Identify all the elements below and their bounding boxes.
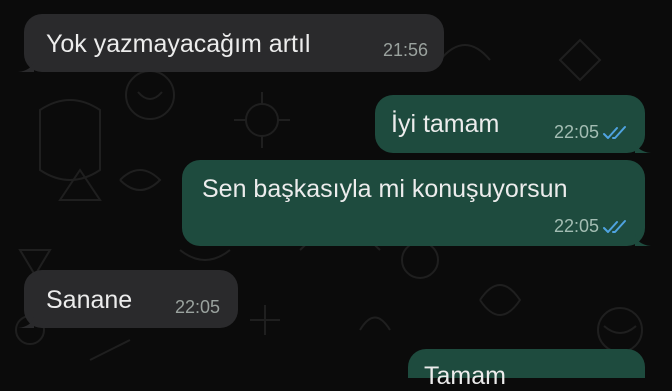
bubble-tail xyxy=(18,314,34,328)
message-meta: 22:05 xyxy=(554,216,629,237)
message-bubble-outgoing[interactable]: İyi tamam 22:05 xyxy=(375,95,651,153)
message-text: Yok yazmayacağım artıl xyxy=(46,30,311,58)
message-meta: 22:05 xyxy=(175,297,220,318)
chat-thread: Yok yazmayacağım artıl 21:56 İyi tamam 2… xyxy=(0,0,672,390)
bubble-tail xyxy=(635,139,651,153)
double-check-read-icon xyxy=(603,125,626,139)
bubble-tail xyxy=(18,58,34,72)
message-time: 22:05 xyxy=(553,216,599,236)
message-meta: 21:56 xyxy=(383,40,428,61)
message-time: 22:05 xyxy=(553,122,599,142)
message-bubble-outgoing[interactable]: Sen başkasıyla mi konuşuyorsun 22:05 xyxy=(182,160,651,246)
message-text: Sanane xyxy=(46,286,133,314)
message-text: Tamam xyxy=(424,362,506,390)
message-time: 22:05 xyxy=(174,297,220,317)
bubble-tail xyxy=(635,232,651,246)
message-meta: 22:05 xyxy=(554,122,629,143)
message-bubble-outgoing[interactable]: Tamam xyxy=(408,349,645,390)
message-bubble-incoming[interactable]: Sanane 22:05 xyxy=(18,270,238,328)
message-time: 21:56 xyxy=(382,40,428,60)
double-check-read-icon xyxy=(603,219,626,233)
message-text: İyi tamam xyxy=(391,110,500,138)
message-text: Sen başkasıyla mi konuşuyorsun xyxy=(202,175,568,203)
message-bubble-incoming[interactable]: Yok yazmayacağım artıl 21:56 xyxy=(18,14,444,72)
